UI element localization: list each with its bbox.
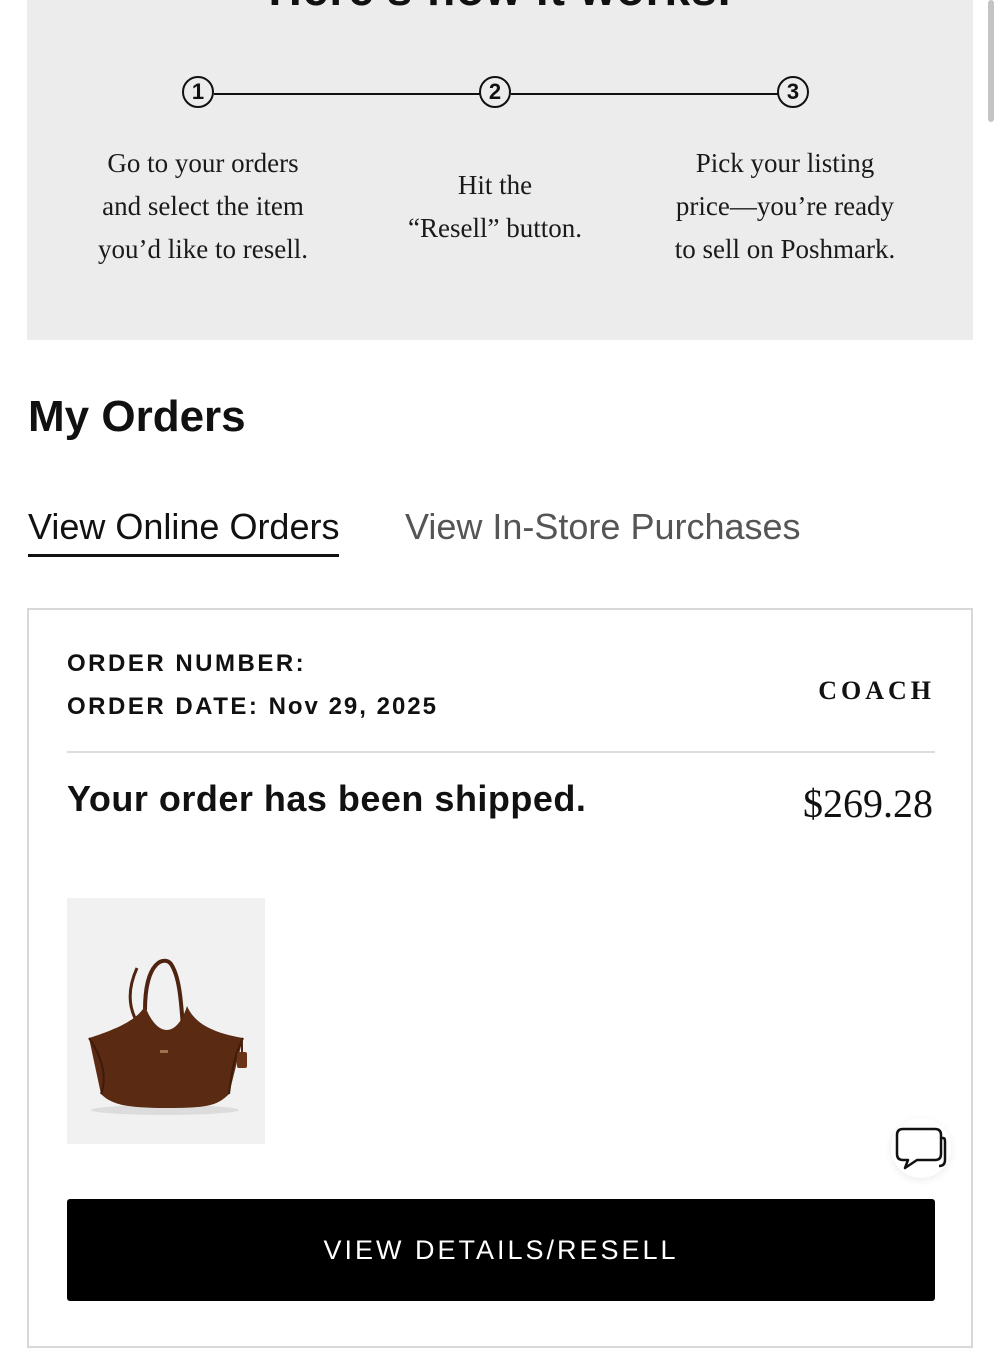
order-card: ORDER NUMBER: ORDER DATE: Nov 29, 2025 C… <box>27 608 973 1348</box>
tab-online-orders[interactable]: View Online Orders <box>28 506 340 557</box>
chat-bubble-icon <box>895 1127 947 1170</box>
order-date-row: ORDER DATE: Nov 29, 2025 <box>67 693 438 721</box>
suede-tote-bag-image[interactable] <box>67 898 265 1144</box>
tab-in-store-purchases[interactable]: View In-Store Purchases <box>405 506 801 554</box>
step-3-badge: 3 <box>777 76 809 108</box>
scrollbar[interactable] <box>988 0 994 122</box>
order-date-label: ORDER DATE: <box>67 693 260 720</box>
order-number-label: ORDER NUMBER: <box>67 650 307 677</box>
tote-bag-icon <box>88 958 247 1115</box>
coach-logo: COACH <box>818 676 935 705</box>
order-price: $269.28 <box>803 781 933 826</box>
step-3-description: Pick your listing price—you’re ready to … <box>674 148 896 264</box>
order-status: Your order has been shipped. <box>67 778 587 819</box>
step-2-badge: 2 <box>479 76 511 108</box>
step-2-description: Hit the “Resell” button. <box>408 170 582 243</box>
how-it-works-heading: Here's how it works. <box>27 0 973 16</box>
how-it-works-panel: Here's how it works. 1 2 3 Go to your or… <box>27 0 973 340</box>
step-connector <box>511 93 793 95</box>
step-1-description: Go to your orders and select the item yo… <box>98 148 308 264</box>
step-connector <box>214 93 495 95</box>
card-divider <box>67 751 935 753</box>
order-date-value: Nov 29, 2025 <box>268 693 438 720</box>
view-details-resell-button[interactable]: VIEW DETAILS/RESELL <box>67 1199 935 1301</box>
order-number-row: ORDER NUMBER: <box>67 650 306 678</box>
step-1-badge: 1 <box>182 76 214 108</box>
my-orders-title: My Orders <box>28 392 246 441</box>
chat-button[interactable] <box>891 1118 951 1178</box>
